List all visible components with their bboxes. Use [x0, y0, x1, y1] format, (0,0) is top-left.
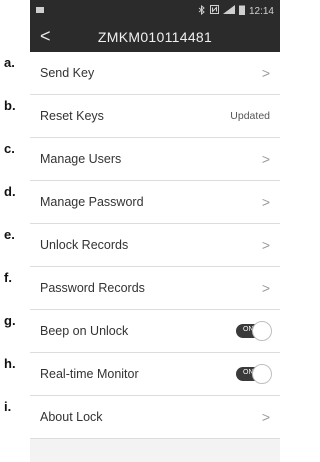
- row-letter-c: c.: [4, 141, 15, 156]
- chevron-right-icon: >: [261, 237, 270, 253]
- row-letter-column: a. b. c. d. e. f. g. h. i.: [0, 0, 30, 462]
- status-icons: 12:14: [198, 4, 274, 18]
- row-about-lock[interactable]: About Lock >: [30, 396, 280, 439]
- status-bar: 12:14: [30, 0, 280, 22]
- battery-icon: [238, 5, 245, 18]
- row-label: Real-time Monitor: [40, 367, 139, 381]
- row-letter-i: i.: [4, 399, 12, 414]
- status-badge: Updated: [230, 110, 270, 122]
- row-unlock-records[interactable]: Unlock Records >: [30, 224, 280, 267]
- status-time: 12:14: [248, 5, 274, 17]
- toggle-knob: [252, 321, 272, 341]
- row-password-records[interactable]: Password Records >: [30, 267, 280, 310]
- row-letter-d: d.: [4, 184, 16, 199]
- row-label: Unlock Records: [40, 238, 129, 252]
- toggle-knob: [252, 364, 272, 384]
- row-letter-e: e.: [4, 227, 15, 242]
- chevron-right-icon: >: [261, 194, 270, 210]
- row-real-time-monitor: Real-time Monitor ON: [30, 353, 280, 396]
- row-label: Manage Users: [40, 152, 122, 166]
- row-letter-h: h.: [4, 356, 16, 371]
- row-letter-f: f.: [4, 270, 12, 285]
- row-manage-password[interactable]: Manage Password >: [30, 181, 280, 224]
- chevron-right-icon: >: [261, 65, 270, 81]
- chevron-right-icon: >: [261, 151, 270, 167]
- beep-toggle[interactable]: ON: [236, 321, 272, 341]
- signal-icon: [222, 5, 235, 17]
- row-label: About Lock: [40, 410, 103, 424]
- row-reset-keys[interactable]: Reset Keys Updated: [30, 95, 280, 138]
- row-label: Manage Password: [40, 195, 144, 209]
- notification-icon: [36, 6, 52, 17]
- phone-screen: 12:14 < ZMKM010114481 Send Key > Reset K…: [30, 0, 280, 462]
- row-label: Password Records: [40, 281, 145, 295]
- row-beep-on-unlock: Beep on Unlock ON: [30, 310, 280, 353]
- chevron-right-icon: >: [261, 280, 270, 296]
- row-label: Beep on Unlock: [40, 324, 129, 338]
- settings-list: Send Key > Reset Keys Updated Manage Use…: [30, 52, 280, 439]
- chevron-right-icon: >: [261, 409, 270, 425]
- nfc-icon: [209, 5, 219, 17]
- page-title: ZMKM010114481: [97, 29, 213, 45]
- row-letter-a: a.: [4, 55, 15, 70]
- title-bar: < ZMKM010114481: [30, 22, 280, 52]
- row-letter-b: b.: [4, 98, 16, 113]
- row-send-key[interactable]: Send Key >: [30, 52, 280, 95]
- back-button[interactable]: <: [40, 26, 51, 47]
- row-manage-users[interactable]: Manage Users >: [30, 138, 280, 181]
- bluetooth-icon: [198, 4, 206, 18]
- monitor-toggle[interactable]: ON: [236, 364, 272, 384]
- row-label: Reset Keys: [40, 109, 104, 123]
- row-label: Send Key: [40, 66, 95, 80]
- row-letter-g: g.: [4, 313, 16, 328]
